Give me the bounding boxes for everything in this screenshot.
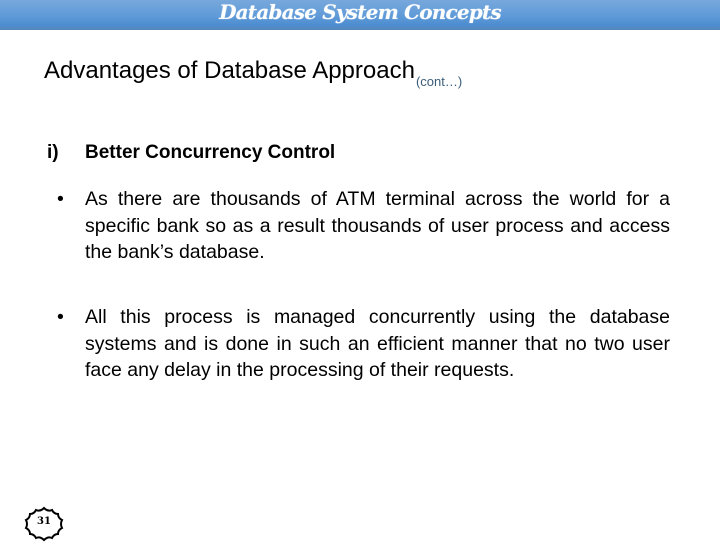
slide-title-text: Advantages of Database Approach xyxy=(44,57,415,84)
bullet-marker-icon: • xyxy=(57,188,64,210)
slide-title: Advantages of Database Approach(cont…) xyxy=(44,56,462,89)
slide-title-suffix: (cont…) xyxy=(415,74,463,89)
page-number: 31 xyxy=(37,516,51,527)
section-heading-text: Better Concurrency Control xyxy=(85,142,336,163)
bullet-marker-icon: • xyxy=(57,306,64,328)
section-heading: i) Better Concurrency Control xyxy=(47,142,335,164)
bullet-item: • All this process is managed concurrent… xyxy=(57,304,670,384)
bullet-text: As there are thousands of ATM terminal a… xyxy=(85,188,670,263)
page-number-badge: 31 xyxy=(22,506,66,542)
bullet-text: All this process is managed concurrently… xyxy=(85,306,670,381)
course-title: Database System Concepts xyxy=(219,0,502,24)
header-band: Database System Concepts xyxy=(0,0,720,30)
bullet-item: • As there are thousands of ATM terminal… xyxy=(57,186,670,266)
section-number: i) xyxy=(47,142,59,163)
